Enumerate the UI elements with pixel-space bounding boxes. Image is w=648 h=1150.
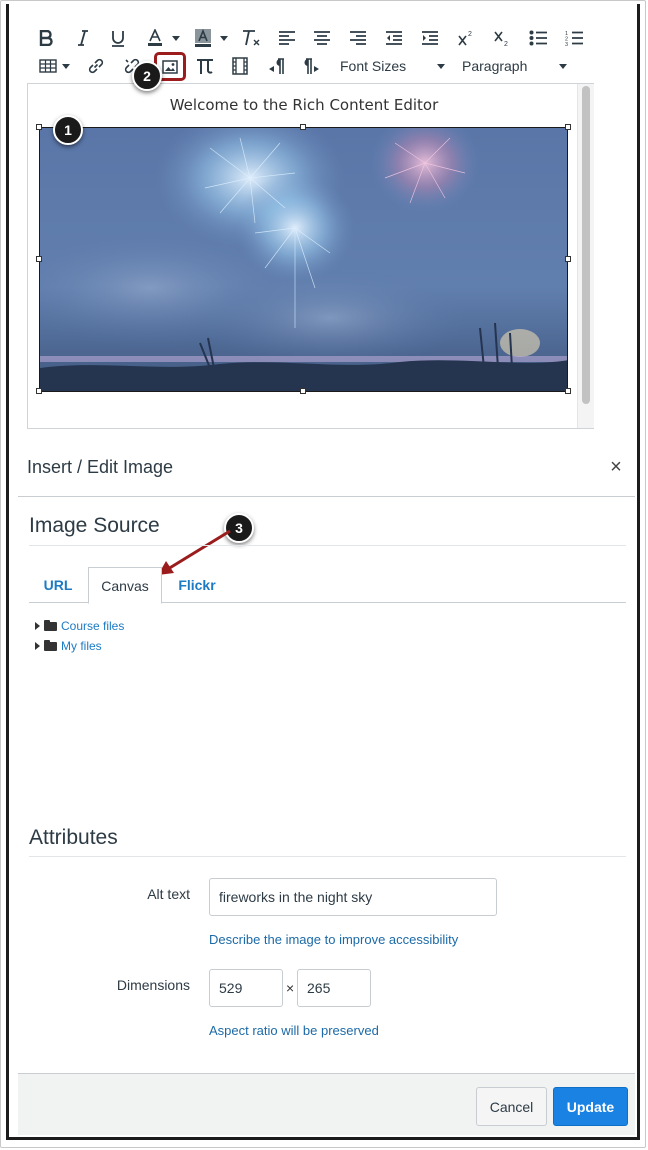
height-field[interactable]: 265	[297, 969, 371, 1007]
resize-handle-bm[interactable]	[300, 388, 306, 394]
callout-badge-2: 2	[132, 61, 162, 91]
svg-text:2: 2	[468, 31, 472, 38]
resize-handle-br[interactable]	[565, 388, 571, 394]
bullet-list-icon[interactable]	[527, 28, 549, 48]
indent-icon[interactable]	[419, 28, 441, 48]
times-glyph: ×	[286, 980, 295, 996]
fireworks-image-graphic	[40, 128, 567, 391]
svg-text:2: 2	[504, 41, 508, 47]
tab-flickr[interactable]: Flickr	[164, 567, 230, 603]
resize-handle-tr[interactable]	[565, 124, 571, 130]
numbered-list-icon[interactable]: 123	[563, 28, 585, 48]
chevron-down-icon[interactable]	[559, 64, 567, 69]
callout-badge-1: 1	[53, 115, 83, 145]
chevron-down-icon[interactable]	[437, 64, 445, 69]
font-sizes-label: Font Sizes	[340, 58, 407, 74]
dimensions-label: Dimensions	[116, 977, 190, 993]
tab-url[interactable]: URL	[30, 567, 86, 603]
tree-item-my-files[interactable]: My files	[35, 639, 102, 653]
paragraph-label: Paragraph	[462, 58, 528, 74]
caret-right-icon[interactable]	[35, 622, 40, 630]
dialog-header-divider	[18, 496, 635, 497]
fireworks-image[interactable]	[39, 127, 568, 392]
rtl-icon[interactable]	[302, 56, 322, 76]
link-icon[interactable]	[86, 56, 106, 76]
resize-handle-tl[interactable]	[36, 124, 42, 130]
dialog-title: Insert / Edit Image	[27, 457, 174, 477]
math-icon[interactable]	[195, 56, 215, 76]
cancel-button[interactable]: Cancel	[476, 1087, 547, 1126]
alt-text-hint: Describe the image to improve accessibil…	[209, 932, 459, 947]
align-right-icon[interactable]	[347, 28, 369, 48]
chevron-down-icon[interactable]	[62, 64, 70, 69]
subscript-icon[interactable]: 2	[491, 28, 513, 48]
attributes-heading: Attributes	[29, 826, 118, 849]
paragraph-dropdown[interactable]: Paragraph	[462, 56, 552, 76]
chevron-down-icon[interactable]	[172, 36, 180, 41]
width-field[interactable]: 529	[209, 969, 283, 1007]
dimensions-hint: Aspect ratio will be preserved	[209, 1023, 379, 1038]
superscript-icon[interactable]: 2	[455, 28, 477, 48]
align-left-icon[interactable]	[276, 28, 298, 48]
height-value: 265	[307, 980, 331, 996]
table-icon[interactable]	[38, 57, 58, 75]
ltr-icon[interactable]	[266, 56, 286, 76]
background-color-icon[interactable]	[192, 28, 214, 48]
svg-text:3: 3	[565, 42, 568, 46]
underline-icon[interactable]	[108, 28, 128, 48]
editor-scrollbar-thumb[interactable]	[582, 86, 590, 404]
text-color-icon[interactable]	[144, 28, 166, 48]
width-value: 529	[219, 980, 243, 996]
update-button[interactable]: Update	[553, 1087, 628, 1126]
clear-formatting-icon[interactable]	[240, 28, 262, 48]
tree-item-label[interactable]: My files	[61, 639, 102, 653]
image-source-divider	[29, 545, 626, 546]
media-icon[interactable]	[230, 56, 250, 76]
bold-icon[interactable]	[36, 28, 56, 48]
resize-handle-bl[interactable]	[36, 388, 42, 394]
resize-handle-ml[interactable]	[36, 256, 42, 262]
caret-right-icon[interactable]	[35, 642, 40, 650]
outdent-icon[interactable]	[383, 28, 405, 48]
font-sizes-dropdown[interactable]: Font Sizes	[340, 56, 440, 76]
chevron-down-icon[interactable]	[220, 36, 228, 41]
folder-icon	[44, 639, 57, 651]
align-center-icon[interactable]	[311, 28, 333, 48]
folder-icon	[44, 619, 57, 631]
alt-text-value: fireworks in the night sky	[219, 889, 373, 905]
tree-item-label[interactable]: Course files	[61, 619, 124, 633]
welcome-heading: Welcome to the Rich Content Editor	[169, 96, 439, 114]
italic-icon[interactable]	[73, 28, 93, 48]
alt-text-label: Alt text	[147, 886, 190, 902]
resize-handle-tm[interactable]	[300, 124, 306, 130]
alt-text-field[interactable]: fireworks in the night sky	[209, 878, 497, 916]
tree-item-course-files[interactable]: Course files	[35, 619, 124, 633]
close-icon[interactable]: ×	[606, 456, 626, 479]
resize-handle-mr[interactable]	[565, 256, 571, 262]
attributes-divider	[29, 856, 626, 857]
tab-canvas[interactable]: Canvas	[88, 567, 162, 604]
image-source-heading: Image Source	[29, 514, 160, 537]
